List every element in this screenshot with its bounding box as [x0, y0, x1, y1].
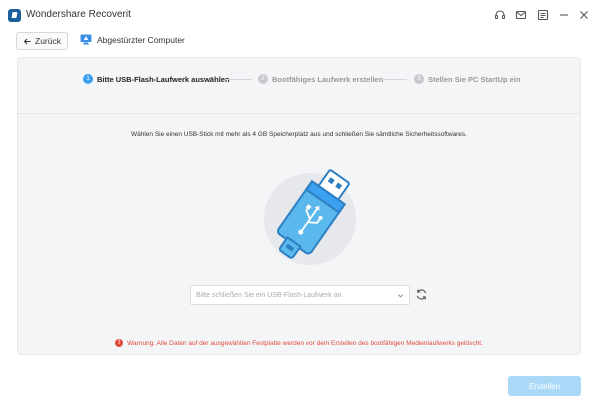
step-1-label: Bitte USB-Flash-Laufwerk auswählen [97, 74, 230, 84]
app-logo-icon [8, 9, 21, 22]
warning-message: ! Warnung: Alle Daten auf der ausgewählt… [18, 339, 580, 347]
chevron-down-icon [397, 294, 404, 298]
crashed-computer-icon [80, 34, 92, 45]
warning-icon: ! [115, 339, 124, 347]
usb-drive-icon [264, 169, 356, 265]
title-bar: Wondershare Recoverit [0, 0, 600, 30]
back-button[interactable]: Zurück [16, 32, 68, 50]
instruction-text: Wählen Sie einen USB-Stick mit mehr als … [131, 131, 467, 138]
usb-drive-select-placeholder: Bitte schließen Sie ein USB-Flash-Laufwe… [196, 291, 344, 299]
close-icon[interactable] [577, 8, 591, 22]
step-2: 2 Bootfähiges Laufwerk erstellen [258, 74, 383, 84]
arrow-left-icon [23, 38, 31, 44]
step-3-label: Stellen Sie PC StartUp ein [428, 74, 521, 84]
step-3-number: 3 [414, 74, 424, 84]
step-connector [380, 79, 407, 80]
step-1-number: 1 [83, 74, 93, 84]
app-title: Wondershare Recoverit [26, 9, 131, 20]
breadcrumb: Abgestürzter Computer [80, 34, 185, 45]
main-panel: 1 Bitte USB-Flash-Laufwerk auswählen 2 B… [17, 57, 581, 355]
breadcrumb-label: Abgestürzter Computer [97, 34, 185, 45]
minimize-icon[interactable] [557, 8, 571, 22]
step-3: 3 Stellen Sie PC StartUp ein [414, 74, 521, 84]
create-button[interactable]: Erstellen [508, 376, 581, 396]
menu-icon[interactable] [536, 8, 550, 22]
usb-drive-select[interactable]: Bitte schließen Sie ein USB-Flash-Laufwe… [190, 285, 410, 305]
navigation-bar: Zurück Abgestürzter Computer [0, 30, 600, 54]
step-2-label: Bootfähiges Laufwerk erstellen [272, 74, 384, 84]
headset-icon[interactable] [493, 8, 507, 22]
step-2-number: 2 [258, 74, 268, 84]
step-connector [225, 79, 252, 80]
step-1: 1 Bitte USB-Flash-Laufwerk auswählen [83, 74, 230, 84]
back-button-label: Zurück [35, 36, 61, 46]
mail-icon[interactable] [514, 8, 528, 22]
warning-text: Warnung: Alle Daten auf der ausgewählten… [127, 339, 483, 347]
steps-bar: 1 Bitte USB-Flash-Laufwerk auswählen 2 B… [18, 58, 580, 114]
refresh-icon[interactable] [415, 288, 428, 301]
